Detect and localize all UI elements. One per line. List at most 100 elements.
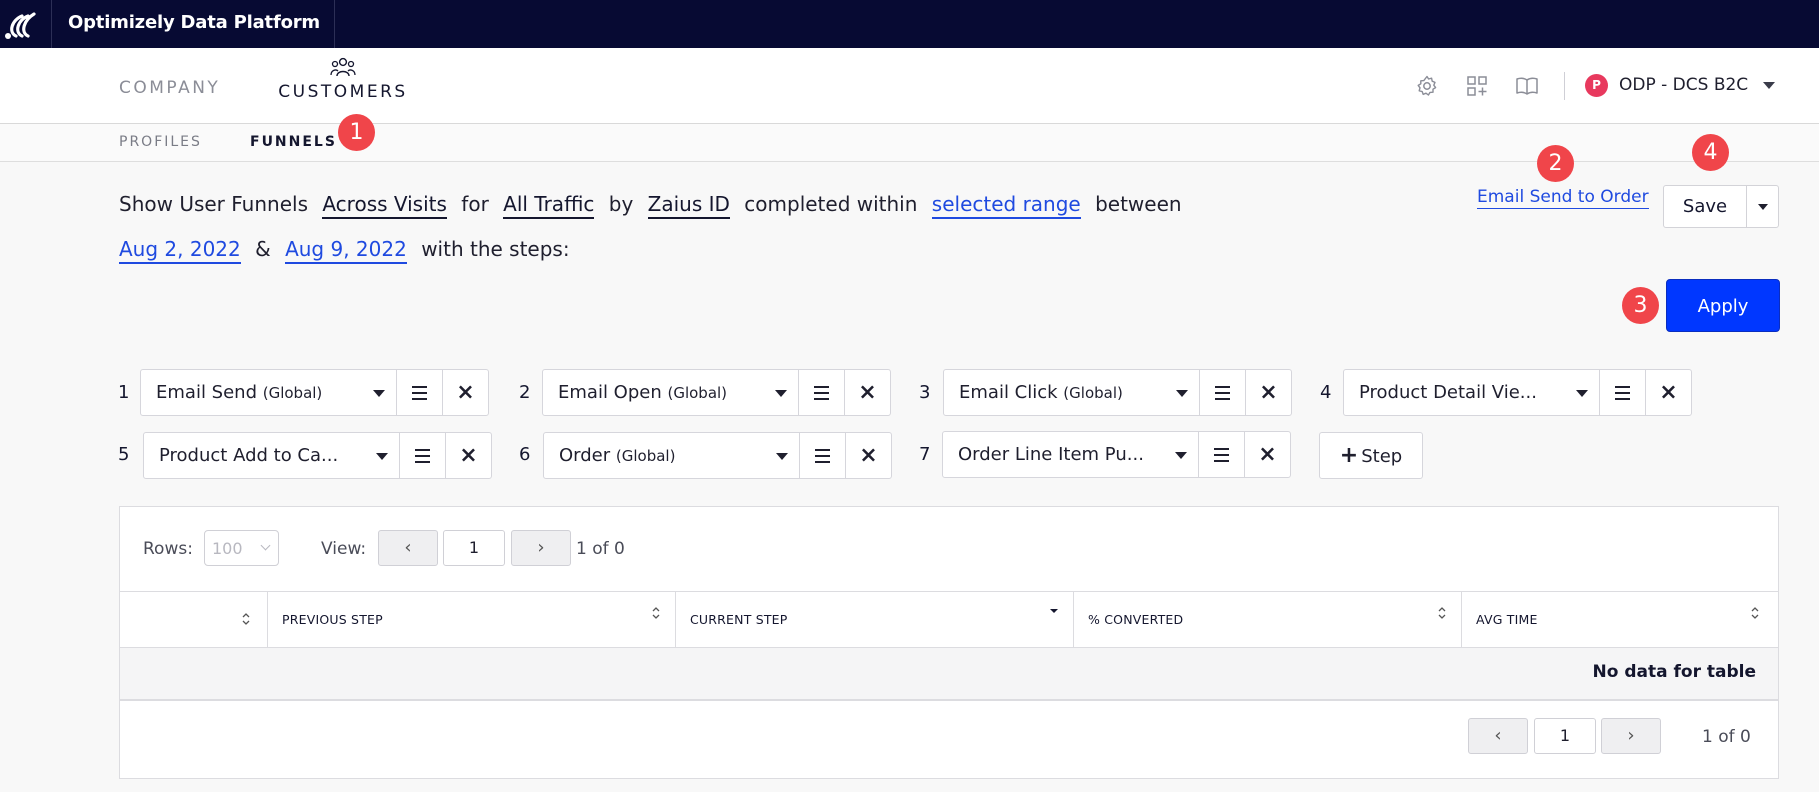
funnel-sentence-line-2: Aug 2, 2022 & Aug 9, 2022 with the steps… bbox=[119, 237, 578, 264]
sort-icon[interactable] bbox=[1437, 605, 1447, 621]
step-event-select[interactable]: Email Click (Global) bbox=[944, 370, 1200, 415]
sentence-text: with the steps: bbox=[421, 237, 570, 261]
rows-per-page-select[interactable]: 100 bbox=[204, 530, 279, 566]
annotation-marker-4: 4 bbox=[1692, 134, 1729, 171]
save-button[interactable]: Save bbox=[1664, 186, 1747, 227]
empty-table-message: No data for table bbox=[1592, 662, 1756, 682]
step-filter-menu-icon[interactable] bbox=[397, 370, 443, 415]
step-remove-icon[interactable]: × bbox=[845, 370, 890, 415]
funnel-step-7: Order Line Item Pu... × bbox=[942, 431, 1291, 478]
step-filter-menu-icon[interactable] bbox=[800, 433, 846, 478]
funnel-step-2: Email Open (Global) × bbox=[542, 369, 891, 416]
view-label: View: bbox=[321, 539, 367, 559]
sort-icon[interactable] bbox=[241, 611, 251, 627]
step-event-select[interactable]: Email Open (Global) bbox=[543, 370, 799, 415]
step-event-select[interactable]: Product Add to Ca... bbox=[144, 433, 400, 478]
sort-icon[interactable] bbox=[1750, 605, 1760, 621]
book-icon[interactable] bbox=[1515, 74, 1539, 98]
prev-page-button-bottom[interactable]: ‹ bbox=[1468, 718, 1528, 754]
page-count-bottom: 1 of 0 bbox=[1702, 727, 1751, 747]
tab-profiles[interactable]: PROFILES bbox=[119, 134, 202, 150]
step-number: 3 bbox=[919, 382, 931, 403]
step-event-scope: (Global) bbox=[262, 384, 323, 402]
account-avatar[interactable]: P bbox=[1585, 74, 1608, 97]
step-event-select[interactable]: Order Line Item Pu... bbox=[943, 432, 1199, 477]
caret-down-icon bbox=[1175, 452, 1187, 459]
step-filter-menu-icon[interactable] bbox=[799, 370, 845, 415]
column-header-previous-step[interactable]: PREVIOUS STEP bbox=[268, 592, 676, 647]
apps-add-icon[interactable] bbox=[1465, 74, 1489, 98]
annotation-marker-3: 3 bbox=[1622, 287, 1659, 324]
header-divider bbox=[1564, 72, 1565, 100]
visit-mode-selector[interactable]: Across Visits bbox=[322, 192, 447, 219]
sort-icon[interactable] bbox=[651, 605, 661, 621]
step-event-label: Order bbox=[559, 445, 611, 466]
step-event-label: Product Detail Vie... bbox=[1359, 382, 1537, 403]
identifier-selector[interactable]: Zaius ID bbox=[647, 192, 730, 219]
step-event-select[interactable]: Email Send (Global) bbox=[141, 370, 397, 415]
saved-funnel-link[interactable]: Email Send to Order bbox=[1477, 186, 1649, 209]
caret-down-icon bbox=[775, 390, 787, 397]
step-event-label: Email Open bbox=[558, 382, 662, 403]
page-input-bottom[interactable]: 1 bbox=[1534, 718, 1596, 754]
apply-button[interactable]: Apply bbox=[1666, 279, 1780, 332]
add-step-label: Step bbox=[1361, 446, 1403, 467]
sort-desc-icon[interactable] bbox=[1049, 605, 1059, 621]
step-event-scope: (Global) bbox=[615, 447, 676, 465]
prev-page-button[interactable]: ‹ bbox=[378, 530, 438, 566]
step-event-label: Email Send bbox=[156, 382, 257, 403]
next-page-button[interactable]: › bbox=[511, 530, 571, 566]
step-filter-menu-icon[interactable] bbox=[1199, 432, 1245, 477]
caret-down-icon bbox=[1576, 390, 1588, 397]
caret-down-icon bbox=[376, 453, 388, 460]
optimizely-logo-icon[interactable] bbox=[0, 0, 52, 48]
step-event-label: Order Line Item Pu... bbox=[958, 444, 1144, 465]
account-switcher[interactable]: ODP - DCS B2C bbox=[1619, 75, 1748, 95]
funnel-step-5: Product Add to Ca... × bbox=[143, 432, 492, 479]
plus-icon: + bbox=[1339, 443, 1359, 468]
chevron-down-icon[interactable] bbox=[1763, 82, 1775, 89]
range-selector[interactable]: selected range bbox=[931, 192, 1081, 219]
step-event-select[interactable]: Product Detail Vie... bbox=[1344, 370, 1600, 415]
rows-label: Rows: bbox=[143, 539, 193, 559]
sentence-text: Show User Funnels bbox=[119, 192, 308, 216]
end-date-picker[interactable]: Aug 9, 2022 bbox=[285, 237, 407, 264]
step-remove-icon[interactable]: × bbox=[1245, 432, 1290, 477]
funnel-sentence-line-1: Show User Funnels Across Visits for All … bbox=[119, 192, 1190, 219]
add-step-button[interactable]: + Step bbox=[1319, 432, 1423, 479]
main-nav: COMPANY CUSTOMERS P ODP - DCS B2C bbox=[0, 48, 1819, 124]
gear-icon[interactable] bbox=[1415, 74, 1439, 98]
caret-down-icon bbox=[1176, 390, 1188, 397]
sentence-text: & bbox=[255, 237, 271, 261]
page-input[interactable]: 1 bbox=[443, 530, 505, 566]
nav-customers[interactable]: CUSTOMERS bbox=[277, 56, 409, 102]
save-options-dropdown[interactable] bbox=[1747, 186, 1778, 227]
column-header-blank[interactable] bbox=[120, 592, 268, 647]
column-header-avg-time[interactable]: AVG TIME bbox=[1462, 592, 1778, 647]
step-number: 7 bbox=[919, 444, 931, 465]
tab-funnels[interactable]: FUNNELS bbox=[250, 134, 337, 150]
step-filter-menu-icon[interactable] bbox=[1600, 370, 1646, 415]
step-remove-icon[interactable]: × bbox=[446, 433, 491, 478]
step-filter-menu-icon[interactable] bbox=[1200, 370, 1246, 415]
step-remove-icon[interactable]: × bbox=[1246, 370, 1291, 415]
customers-icon bbox=[330, 57, 356, 77]
step-remove-icon[interactable]: × bbox=[1646, 370, 1691, 415]
start-date-picker[interactable]: Aug 2, 2022 bbox=[119, 237, 241, 264]
step-number: 6 bbox=[519, 444, 531, 465]
app-title: Optimizely Data Platform bbox=[68, 0, 335, 48]
step-filter-menu-icon[interactable] bbox=[400, 433, 446, 478]
step-event-scope: (Global) bbox=[667, 384, 728, 402]
annotation-marker-2: 2 bbox=[1537, 145, 1574, 182]
next-page-button-bottom[interactable]: › bbox=[1601, 718, 1661, 754]
save-button-group: Save bbox=[1663, 185, 1779, 228]
column-header-current-step[interactable]: CURRENT STEP bbox=[676, 592, 1074, 647]
step-remove-icon[interactable]: × bbox=[443, 370, 488, 415]
column-header-percent-converted[interactable]: % CONVERTED bbox=[1074, 592, 1462, 647]
step-remove-icon[interactable]: × bbox=[846, 433, 891, 478]
nav-company[interactable]: COMPANY bbox=[119, 78, 220, 98]
sentence-text: between bbox=[1095, 192, 1182, 216]
traffic-selector[interactable]: All Traffic bbox=[503, 192, 595, 219]
step-number: 1 bbox=[118, 382, 130, 403]
step-event-select[interactable]: Order (Global) bbox=[544, 433, 800, 478]
